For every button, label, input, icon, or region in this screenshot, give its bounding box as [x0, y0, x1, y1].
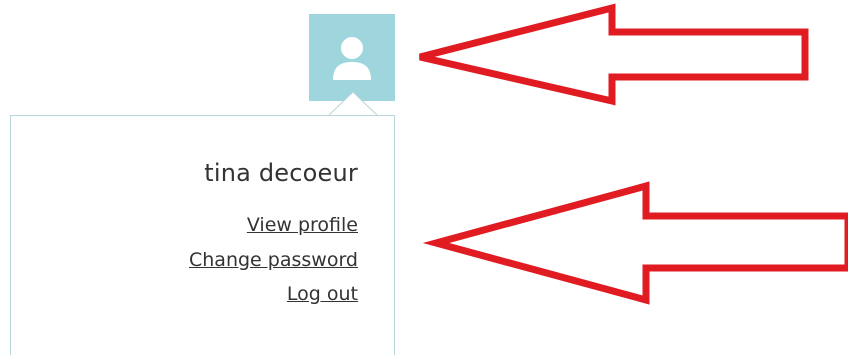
annotation-overlay	[419, 3, 848, 305]
arrow-left-icon	[422, 181, 848, 305]
arrow-left-icon	[419, 3, 809, 106]
